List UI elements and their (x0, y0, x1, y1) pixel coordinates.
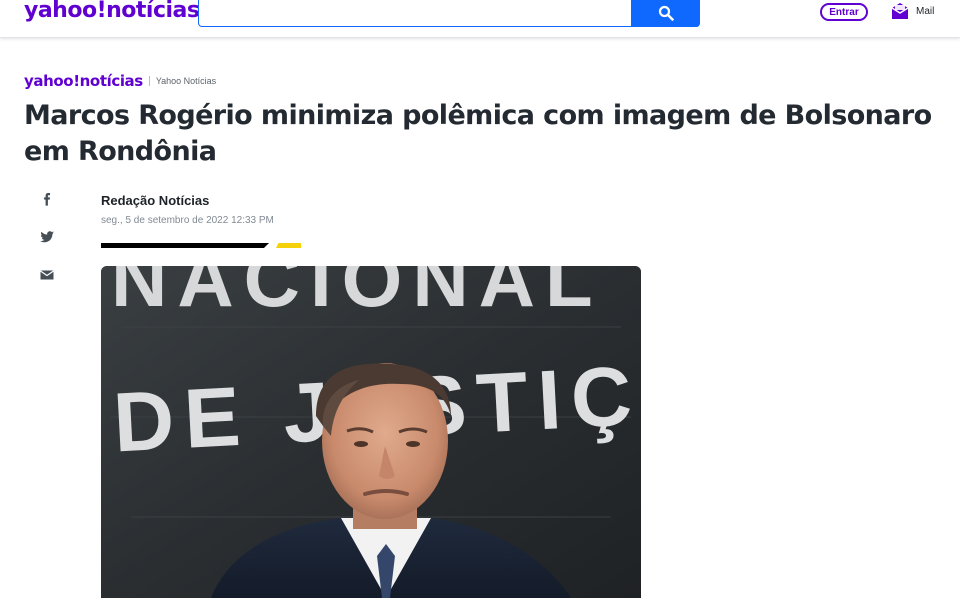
wall-text-line1: NACIONAL (111, 266, 603, 323)
share-buttons (38, 190, 56, 304)
search-input[interactable] (199, 0, 631, 26)
article-provider: yahoo!notícias Yahoo Notícias (24, 72, 216, 90)
share-facebook-button[interactable] (38, 190, 56, 208)
share-email-button[interactable] (38, 266, 56, 284)
byline: Redação Notícias seg., 5 de setembro de … (101, 193, 274, 226)
mail-link[interactable]: Mail (890, 2, 934, 20)
signin-button[interactable]: Entrar (820, 3, 868, 21)
email-icon (40, 270, 54, 280)
search-button[interactable] (631, 0, 700, 27)
provider-name: Yahoo Notícias (155, 76, 217, 86)
provider-logo[interactable]: yahoo!notícias (24, 72, 143, 90)
article-photo[interactable]: NACIONAL DE JUSTIÇA (101, 266, 641, 598)
photo-illustration: NACIONAL DE JUSTIÇA (101, 266, 641, 598)
twitter-icon (40, 231, 54, 243)
yahoo-noticias-logo[interactable]: yahoo!notícias (24, 0, 200, 23)
search-icon (658, 5, 674, 21)
mail-icon (891, 3, 909, 19)
author-name[interactable]: Redação Notícias (101, 193, 274, 208)
divider-accent (276, 243, 301, 248)
top-navigation-bar: yahoo!notícias Entrar Mail (0, 0, 960, 38)
facebook-icon (44, 193, 50, 206)
provider-separator (148, 76, 150, 86)
share-twitter-button[interactable] (38, 228, 56, 246)
divider-bar (101, 243, 269, 248)
publish-date: seg., 5 de setembro de 2022 12:33 PM (101, 215, 274, 226)
search-box (198, 0, 700, 27)
mail-label: Mail (916, 5, 935, 17)
article-title: Marcos Rogério minimiza polêmica com ima… (24, 100, 932, 167)
